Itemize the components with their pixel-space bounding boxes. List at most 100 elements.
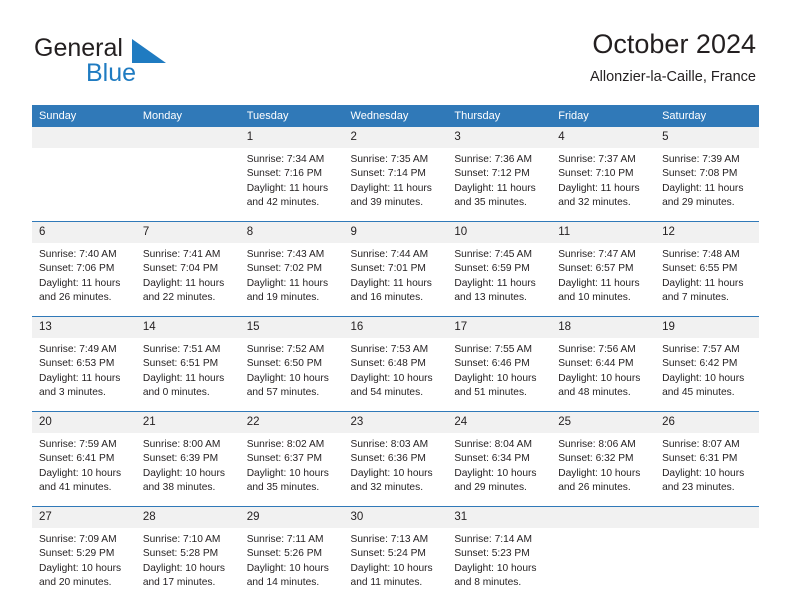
calendar-day-cell[interactable]: 1 Sunrise: 7:34 AM Sunset: 7:16 PM Dayli… — [239, 127, 344, 222]
sunrise-text: Sunrise: 8:07 AM — [662, 439, 740, 450]
calendar-day-cell[interactable] — [655, 506, 759, 601]
daylight-text-line2: and 19 minutes. — [246, 292, 320, 304]
daylight-text-line2: and 42 minutes. — [246, 197, 320, 209]
daylight-text-line1: Daylight: 10 hours — [246, 372, 329, 384]
sunrise-text: Sunrise: 7:59 AM — [39, 439, 117, 450]
sunset-text: Sunset: 7:04 PM — [142, 263, 219, 275]
daylight-text-line1: Daylight: 10 hours — [454, 372, 537, 384]
calendar-day-cell[interactable]: 30 Sunrise: 7:13 AM Sunset: 5:24 PM Dayl… — [343, 506, 448, 601]
daylight-text-line2: and 29 minutes. — [662, 197, 735, 209]
day-details: Sunrise: 7:37 AM Sunset: 7:10 PM Dayligh… — [551, 148, 655, 221]
calendar-day-cell[interactable]: 6 Sunrise: 7:40 AM Sunset: 7:06 PM Dayli… — [32, 221, 136, 317]
day-number: 1 — [239, 127, 344, 148]
calendar-day-cell[interactable]: 2 Sunrise: 7:35 AM Sunset: 7:14 PM Dayli… — [343, 127, 448, 222]
calendar-day-cell[interactable]: 7 Sunrise: 7:41 AM Sunset: 7:04 PM Dayli… — [135, 221, 240, 317]
sunset-text: Sunset: 7:08 PM — [662, 168, 738, 180]
sunrise-text: Sunrise: 7:09 AM — [39, 534, 117, 545]
calendar-day-cell[interactable]: 5 Sunrise: 7:39 AM Sunset: 7:08 PM Dayli… — [655, 127, 759, 222]
sunset-text: Sunset: 5:29 PM — [39, 548, 115, 560]
weekday-header-thursday: Thursday — [447, 105, 552, 127]
daylight-text-line2: and 22 minutes. — [142, 292, 216, 304]
day-details: Sunrise: 7:52 AM Sunset: 6:50 PM Dayligh… — [240, 338, 344, 411]
calendar-day-cell[interactable]: 28 Sunrise: 7:10 AM Sunset: 5:28 PM Dayl… — [135, 506, 240, 601]
day-number: 25 — [551, 412, 656, 433]
sunset-text: Sunset: 6:42 PM — [662, 358, 738, 370]
day-details: Sunrise: 8:04 AM Sunset: 6:34 PM Dayligh… — [447, 433, 551, 506]
sunrise-text: Sunrise: 7:57 AM — [662, 344, 740, 355]
calendar-day-cell[interactable] — [135, 127, 240, 222]
day-number: 17 — [447, 317, 552, 338]
calendar-day-cell[interactable]: 23 Sunrise: 8:03 AM Sunset: 6:36 PM Dayl… — [343, 411, 448, 507]
day-number: 10 — [447, 222, 552, 243]
calendar-day-cell[interactable]: 29 Sunrise: 7:11 AM Sunset: 5:26 PM Dayl… — [239, 506, 344, 601]
calendar-day-cell[interactable]: 3 Sunrise: 7:36 AM Sunset: 7:12 PM Dayli… — [447, 127, 552, 222]
calendar-day-cell[interactable]: 11 Sunrise: 7:47 AM Sunset: 6:57 PM Dayl… — [551, 221, 656, 317]
calendar-week-row: 6 Sunrise: 7:40 AM Sunset: 7:06 PM Dayli… — [32, 221, 759, 317]
calendar-day-cell[interactable]: 15 Sunrise: 7:52 AM Sunset: 6:50 PM Dayl… — [239, 316, 344, 412]
calendar-day-cell[interactable]: 13 Sunrise: 7:49 AM Sunset: 6:53 PM Dayl… — [32, 316, 136, 412]
calendar-day-cell[interactable]: 9 Sunrise: 7:44 AM Sunset: 7:01 PM Dayli… — [343, 221, 448, 317]
sunrise-text: Sunrise: 7:47 AM — [558, 249, 636, 260]
calendar-day-cell[interactable]: 31 Sunrise: 7:14 AM Sunset: 5:23 PM Dayl… — [447, 506, 552, 601]
day-details: Sunrise: 7:43 AM Sunset: 7:02 PM Dayligh… — [240, 243, 344, 316]
calendar-day-cell[interactable] — [551, 506, 656, 601]
day-number: 13 — [32, 317, 136, 338]
day-number: 18 — [551, 317, 656, 338]
daylight-text-line1: Daylight: 11 hours — [142, 372, 225, 384]
daylight-text-line1: Daylight: 11 hours — [558, 277, 640, 289]
calendar-day-cell[interactable] — [32, 127, 136, 222]
sunset-text: Sunset: 6:44 PM — [558, 358, 634, 370]
calendar-day-cell[interactable]: 26 Sunrise: 8:07 AM Sunset: 6:31 PM Dayl… — [655, 411, 759, 507]
sunrise-text: Sunrise: 7:49 AM — [39, 344, 117, 355]
sunrise-text: Sunrise: 7:56 AM — [558, 344, 636, 355]
sunset-text: Sunset: 5:23 PM — [454, 548, 530, 560]
calendar-day-cell[interactable]: 17 Sunrise: 7:55 AM Sunset: 6:46 PM Dayl… — [447, 316, 552, 412]
daylight-text-line1: Daylight: 10 hours — [246, 562, 329, 574]
calendar-day-cell[interactable]: 25 Sunrise: 8:06 AM Sunset: 6:32 PM Dayl… — [551, 411, 656, 507]
daylight-text-line1: Daylight: 11 hours — [558, 182, 640, 194]
page-title: October 2024 — [592, 29, 756, 59]
daylight-text-line1: Daylight: 10 hours — [39, 467, 122, 479]
day-details: Sunrise: 7:55 AM Sunset: 6:46 PM Dayligh… — [447, 338, 551, 411]
calendar-day-cell[interactable]: 21 Sunrise: 8:00 AM Sunset: 6:39 PM Dayl… — [135, 411, 240, 507]
calendar-day-cell[interactable]: 18 Sunrise: 7:56 AM Sunset: 6:44 PM Dayl… — [551, 316, 656, 412]
day-details: Sunrise: 7:47 AM Sunset: 6:57 PM Dayligh… — [551, 243, 655, 316]
sunrise-text: Sunrise: 8:02 AM — [246, 439, 325, 450]
daylight-text-line1: Daylight: 10 hours — [558, 467, 641, 479]
calendar-day-cell[interactable]: 19 Sunrise: 7:57 AM Sunset: 6:42 PM Dayl… — [655, 316, 759, 412]
day-details: Sunrise: 8:02 AM Sunset: 6:37 PM Dayligh… — [240, 433, 344, 506]
weekday-header-friday: Friday — [551, 105, 656, 127]
calendar-day-cell[interactable]: 4 Sunrise: 7:37 AM Sunset: 7:10 PM Dayli… — [551, 127, 656, 222]
daylight-text-line2: and 41 minutes. — [39, 482, 112, 494]
daylight-text-line2: and 20 minutes. — [39, 577, 112, 589]
day-number: 4 — [551, 127, 656, 148]
sunrise-text: Sunrise: 7:41 AM — [142, 249, 221, 260]
triangle-logo-icon — [132, 39, 170, 63]
calendar-day-cell[interactable]: 22 Sunrise: 8:02 AM Sunset: 6:37 PM Dayl… — [239, 411, 344, 507]
sunrise-text: Sunrise: 7:48 AM — [662, 249, 740, 260]
sunset-text: Sunset: 7:01 PM — [350, 263, 426, 275]
calendar-day-cell[interactable]: 8 Sunrise: 7:43 AM Sunset: 7:02 PM Dayli… — [239, 221, 344, 317]
daylight-text-line2: and 16 minutes. — [350, 292, 424, 304]
sunset-text: Sunset: 6:53 PM — [39, 358, 115, 370]
sunset-text: Sunset: 7:12 PM — [454, 168, 530, 180]
sunrise-text: Sunrise: 7:14 AM — [454, 534, 532, 545]
sunrise-text: Sunrise: 7:43 AM — [246, 249, 325, 260]
daylight-text-line1: Daylight: 11 hours — [246, 277, 329, 289]
calendar-day-cell[interactable]: 20 Sunrise: 7:59 AM Sunset: 6:41 PM Dayl… — [32, 411, 136, 507]
sunset-text: Sunset: 6:55 PM — [662, 263, 738, 275]
title-block: October 2024 Allonzier-la-Caille, France — [590, 28, 756, 86]
day-number: 14 — [135, 317, 240, 338]
calendar-day-cell[interactable]: 14 Sunrise: 7:51 AM Sunset: 6:51 PM Dayl… — [135, 316, 240, 412]
sunset-text: Sunset: 5:28 PM — [142, 548, 219, 560]
calendar-week-row: 13 Sunrise: 7:49 AM Sunset: 6:53 PM Dayl… — [32, 316, 759, 412]
calendar-day-cell[interactable]: 12 Sunrise: 7:48 AM Sunset: 6:55 PM Dayl… — [655, 221, 759, 317]
day-number: 9 — [343, 222, 448, 243]
calendar-day-cell[interactable]: 27 Sunrise: 7:09 AM Sunset: 5:29 PM Dayl… — [32, 506, 136, 601]
daylight-text-line2: and 29 minutes. — [454, 482, 527, 494]
calendar-day-cell[interactable]: 10 Sunrise: 7:45 AM Sunset: 6:59 PM Dayl… — [447, 221, 552, 317]
daylight-text-line2: and 13 minutes. — [454, 292, 527, 304]
calendar-day-cell[interactable]: 16 Sunrise: 7:53 AM Sunset: 6:48 PM Dayl… — [343, 316, 448, 412]
calendar-day-cell[interactable]: 24 Sunrise: 8:04 AM Sunset: 6:34 PM Dayl… — [447, 411, 552, 507]
brand-logo[interactable]: General Blue — [34, 34, 214, 90]
